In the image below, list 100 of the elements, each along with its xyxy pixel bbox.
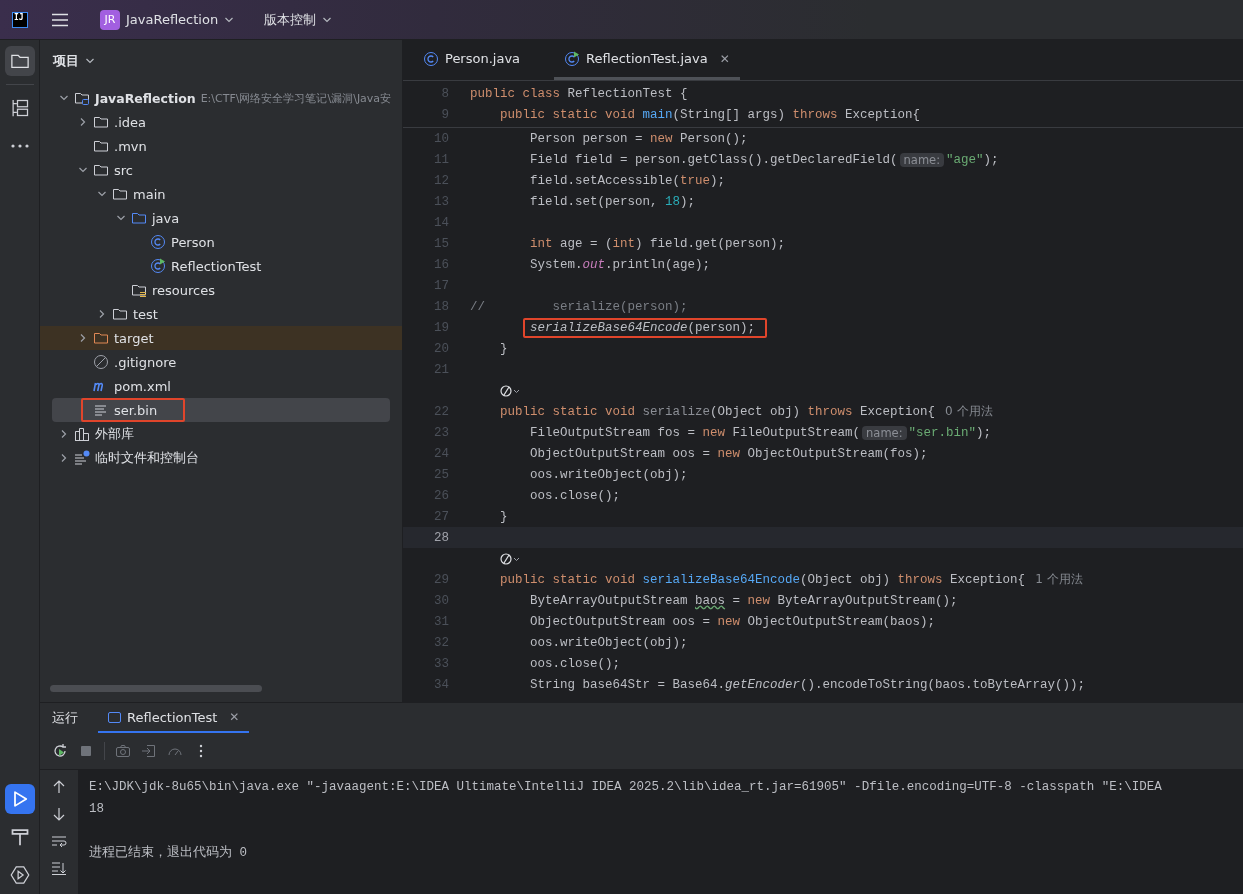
panel-title: 运行: [52, 709, 78, 727]
collapsed-chevron-icon[interactable]: [59, 453, 69, 463]
code-text: public static void main(String[] args) throws Exception{: [500, 107, 921, 122]
editor-tab[interactable]: ReflectionTest.java ✕: [554, 40, 740, 80]
folder-icon: [93, 330, 109, 346]
up-arrow-icon[interactable]: [51, 779, 67, 795]
line-number: 28: [433, 530, 450, 545]
console-command: E:\JDK\jdk-8u65\bin\java.exe "-javaagent:E:\IDEA Ultimate\IntelliJ IDEA 2025.2\lib\idea_rt.jar=61905" -Dfile.encoding=UTF-8 -classpath "E:\IDEA: [89, 779, 1162, 796]
class-icon: [564, 50, 581, 67]
usage-count[interactable]: 0 个用法: [945, 403, 993, 420]
tree-item-label[interactable]: test: [133, 306, 158, 322]
code-text: ObjectOutputStream oos = new ObjectOutputStream(fos);: [530, 446, 928, 461]
run-tool-button[interactable]: [4, 784, 35, 814]
tree-item-label[interactable]: ReflectionTest: [171, 258, 262, 274]
code-text: int age = (int) field.get(person);: [530, 236, 786, 251]
expanded-chevron-icon[interactable]: [116, 213, 126, 223]
collapsed-chevron-icon[interactable]: [78, 333, 88, 343]
structure-icon: [9, 98, 30, 118]
tree-item-label[interactable]: .gitignore: [114, 354, 177, 370]
selected-tree-row[interactable]: ser.bin: [52, 398, 390, 422]
soft-wrap-icon[interactable]: [51, 833, 67, 849]
collapsed-chevron-icon[interactable]: [78, 117, 88, 127]
project-badge: JR: [100, 9, 120, 30]
code-text: "ser.bin");: [908, 425, 992, 440]
folder-icon: [112, 186, 128, 202]
app-logo[interactable]: IJ: [12, 11, 28, 28]
code-text: field.set(person, 18);: [530, 194, 696, 209]
code-text: // serialize(person);: [470, 299, 688, 314]
panel-title[interactable]: 项目: [53, 52, 79, 70]
code-text: }: [500, 509, 508, 524]
folder-icon: [131, 282, 147, 298]
code-text: ByteArrayOutputStream baos = new ByteArrayOutputStream();: [530, 593, 958, 608]
caret-icon[interactable]: [85, 56, 95, 66]
folder-icon: [93, 138, 109, 154]
scrollbar[interactable]: [50, 685, 262, 692]
excluded-tree-row[interactable]: target: [40, 326, 402, 350]
code-text: }: [500, 341, 508, 356]
text-file-icon: [93, 402, 109, 418]
tree-item-label[interactable]: 外部库: [95, 425, 134, 443]
code-text: oos.close();: [530, 488, 620, 503]
down-arrow-icon[interactable]: [51, 806, 67, 822]
tree-item-label[interactable]: main: [133, 186, 166, 202]
project-tool-button[interactable]: [4, 46, 35, 76]
folder-icon: [131, 210, 147, 226]
expanded-chevron-icon[interactable]: [78, 165, 88, 175]
code-text: System.out.println(age);: [530, 257, 711, 272]
folder-icon: [112, 306, 128, 322]
services-icon: [9, 865, 30, 885]
vcs-menu[interactable]: 版本控制: [258, 6, 339, 33]
exit-message: 进程已结束，退出代码为 0: [89, 844, 247, 862]
code-text: public static void serializeBase64Encode(Object obj) throws Exception{: [500, 572, 1026, 587]
code-text: oos.close();: [530, 656, 620, 671]
tree-item-label[interactable]: .idea: [114, 114, 146, 130]
tree-item-label[interactable]: pom.xml: [114, 378, 171, 394]
code-text: serializeBase64Encode(person);: [523, 317, 768, 338]
code-vision-icon[interactable]: [500, 552, 522, 565]
collapsed-chevron-icon[interactable]: [59, 429, 69, 439]
editor-tab[interactable]: Person.java: [413, 40, 531, 80]
code-text: "age");: [946, 152, 999, 167]
run-tab[interactable]: ReflectionTest ✕: [98, 703, 250, 733]
parameter-hint: name:: [899, 152, 945, 167]
class-icon: [423, 50, 439, 67]
code-text: ObjectOutputStream oos = new ObjectOutputStream(baos);: [530, 614, 936, 629]
code-text: oos.writeObject(obj);: [530, 467, 688, 482]
code-text: field.setAccessible(true);: [530, 173, 726, 188]
rerun-icon[interactable]: [52, 743, 68, 759]
more-icon: [10, 144, 29, 148]
hammer-icon: [9, 827, 30, 847]
code-text: String base64Str = Base64.getEncoder().encodeToString(baos.toByteArray());: [530, 677, 1086, 692]
expanded-chevron-icon[interactable]: [59, 93, 69, 103]
project-switcher[interactable]: JR JavaReflection: [94, 5, 241, 34]
tree-item-label[interactable]: ser.bin: [114, 402, 158, 418]
scratch-icon: [74, 450, 90, 466]
code-text: oos.writeObject(obj);: [530, 635, 688, 650]
folder-icon: [93, 162, 109, 178]
code-vision-icon[interactable]: [500, 384, 522, 397]
expanded-chevron-icon[interactable]: [97, 189, 107, 199]
collapsed-chevron-icon[interactable]: [97, 309, 107, 319]
tree-item-label[interactable]: resources: [152, 282, 215, 298]
tree-item-label[interactable]: .mvn: [114, 138, 147, 154]
parameter-hint: name:: [862, 425, 907, 440]
console-icon: [108, 710, 121, 724]
tree-item-label[interactable]: 临时文件和控制台: [95, 449, 199, 467]
tree-item-label[interactable]: Person: [171, 234, 215, 250]
code-text: public static void serialize(Object obj) throws Exception{: [500, 404, 936, 419]
tree-item-label[interactable]: java: [152, 210, 180, 226]
library-icon: [74, 426, 90, 442]
project-path: E:\CTF\网络安全学习笔记\漏洞\Java安: [200, 90, 392, 106]
folder-icon: [93, 114, 109, 130]
code-text: public class ReflectionTest {: [470, 86, 688, 101]
tree-item-label[interactable]: JavaReflection: [95, 90, 196, 106]
console-output: 18: [89, 801, 104, 818]
ignore-icon: [93, 354, 109, 370]
class-icon: [150, 234, 166, 250]
tree-item-label[interactable]: src: [114, 162, 133, 178]
menu-icon[interactable]: [52, 12, 68, 27]
tree-item-label[interactable]: target: [114, 330, 154, 346]
usage-count[interactable]: 1 个用法: [1035, 571, 1083, 588]
class-icon: [150, 258, 166, 274]
scroll-to-end-icon[interactable]: [51, 860, 67, 876]
